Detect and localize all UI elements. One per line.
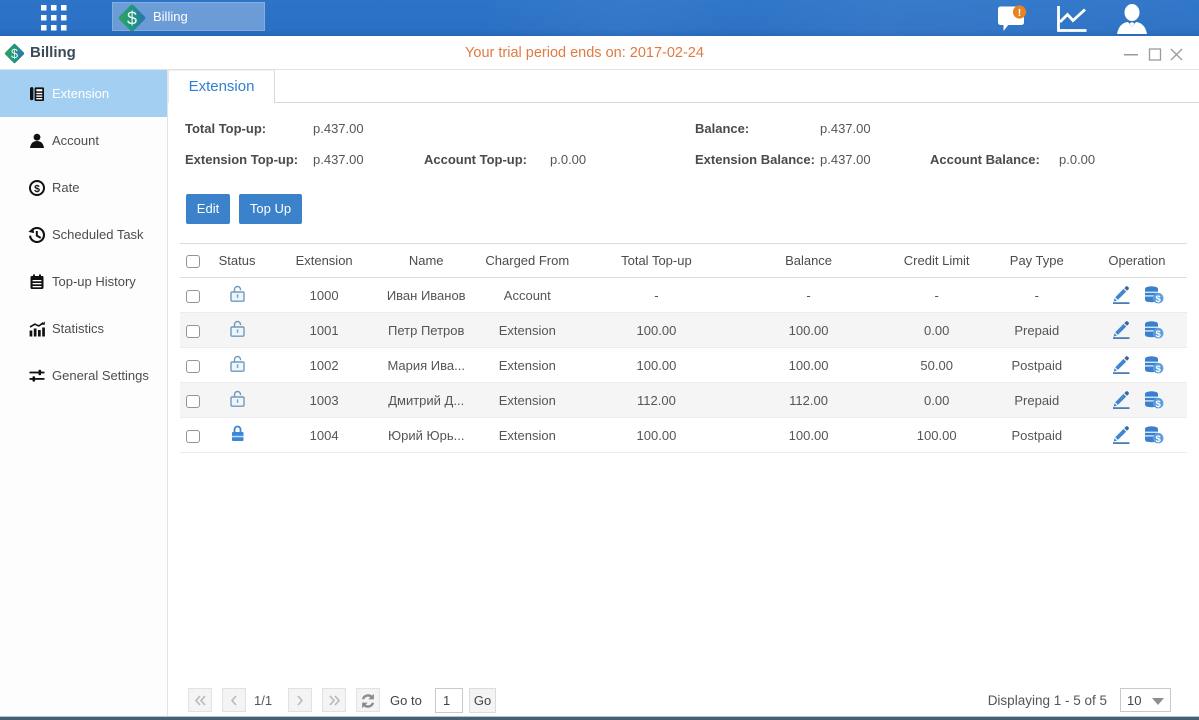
svg-text:$: $ (1155, 399, 1161, 409)
svg-text:$: $ (1155, 364, 1161, 374)
svg-text:$: $ (1155, 434, 1161, 444)
svg-text:$: $ (34, 183, 40, 195)
svg-text:$: $ (1155, 294, 1161, 304)
svg-text:!: ! (1018, 7, 1022, 19)
svg-text:$: $ (1155, 329, 1161, 339)
svg-text:$: $ (127, 9, 137, 29)
